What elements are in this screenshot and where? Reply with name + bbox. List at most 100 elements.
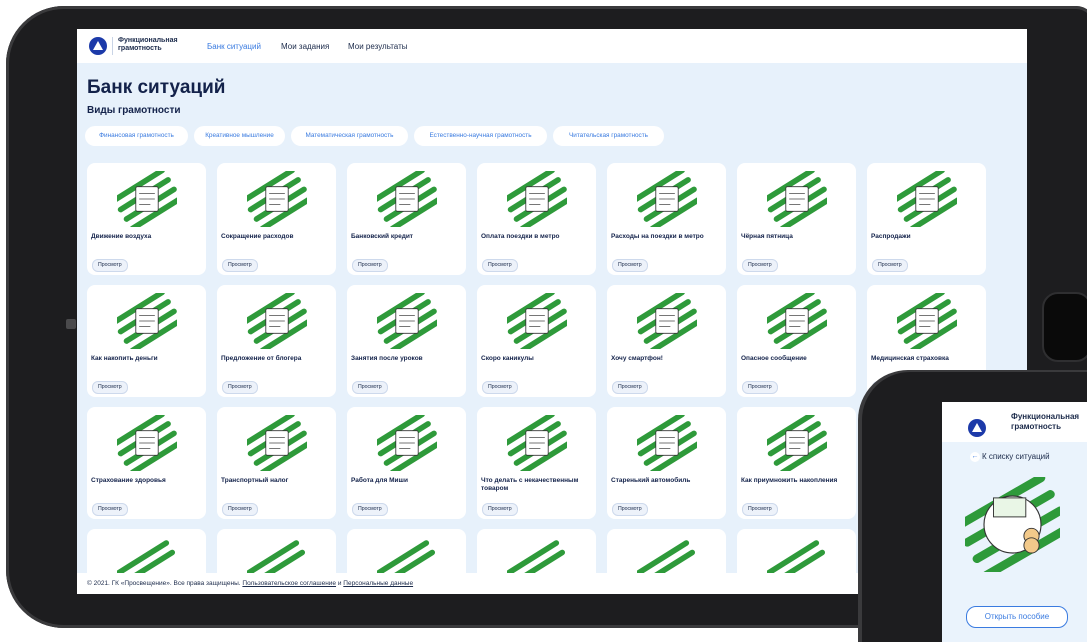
card-title: Распродажи bbox=[871, 233, 911, 240]
situation-card[interactable]: Распродажи Просмотр bbox=[867, 163, 986, 275]
filter-science[interactable]: Естественно-научная грамотность bbox=[414, 126, 547, 146]
back-to-list-label[interactable]: К списку ситуаций bbox=[982, 452, 1050, 461]
situation-card[interactable]: Банковский кредит Просмотр bbox=[347, 163, 466, 275]
footer-terms-link[interactable]: Пользовательское соглашение bbox=[242, 580, 336, 587]
phone-screen: Функциональная грамотность ← К списку си… bbox=[942, 402, 1087, 642]
phone-brand-name: Функциональная грамотность bbox=[1011, 412, 1080, 431]
card-title: Банковский кредит bbox=[351, 233, 413, 240]
card-title: Опасное сообщение bbox=[741, 355, 807, 362]
view-button[interactable]: Просмотр bbox=[92, 259, 128, 272]
footer-conjunction: и bbox=[337, 580, 342, 587]
arrow-left-icon[interactable]: ← bbox=[970, 452, 980, 462]
situation-card[interactable]: Скоро каникулы Просмотр bbox=[477, 285, 596, 397]
view-button[interactable]: Просмотр bbox=[482, 503, 518, 516]
view-button[interactable]: Просмотр bbox=[742, 381, 778, 394]
situation-card[interactable]: Расходы на поездки в метро Просмотр bbox=[607, 163, 726, 275]
dangerous-message-icon bbox=[767, 293, 827, 349]
card-title: Хочу смартфон! bbox=[611, 355, 663, 362]
card-title: Как накопить деньги bbox=[91, 355, 158, 362]
view-button[interactable]: Просмотр bbox=[352, 381, 388, 394]
bank-credit-icon bbox=[377, 171, 437, 227]
tablet-camera bbox=[66, 319, 76, 329]
job-icon bbox=[377, 415, 437, 471]
card-title: Скоро каникулы bbox=[481, 355, 534, 362]
view-button[interactable]: Просмотр bbox=[742, 259, 778, 272]
nav-situation-bank[interactable]: Банк ситуаций bbox=[207, 42, 261, 51]
back-to-list-link[interactable]: ← К списку ситуаций bbox=[970, 452, 1050, 462]
situation-card[interactable]: Сокращение расходов Просмотр bbox=[217, 163, 336, 275]
situation-card[interactable]: Предложение от блогера Просмотр bbox=[217, 285, 336, 397]
filter-reading[interactable]: Читательская грамотность bbox=[553, 126, 664, 146]
metro-payment-icon bbox=[507, 171, 567, 227]
phone-situation-illustration bbox=[965, 477, 1060, 572]
blogger-offer-icon bbox=[247, 293, 307, 349]
view-button[interactable]: Просмотр bbox=[482, 259, 518, 272]
old-car-icon bbox=[637, 415, 697, 471]
situation-card[interactable]: Опасное сообщение Просмотр bbox=[737, 285, 856, 397]
transport-tax-icon bbox=[247, 415, 307, 471]
phone-brand-logo-icon[interactable] bbox=[968, 419, 986, 437]
view-button[interactable]: Просмотр bbox=[612, 259, 648, 272]
card-title: Старенький автомобиль bbox=[611, 477, 691, 484]
sales-icon bbox=[897, 171, 957, 227]
view-button[interactable]: Просмотр bbox=[92, 381, 128, 394]
open-manual-button[interactable]: Открыть пособие bbox=[966, 606, 1068, 628]
card-title: Страхование здоровья bbox=[91, 477, 166, 484]
situation-card[interactable]: Работа для Миши Просмотр bbox=[347, 407, 466, 519]
holidays-icon bbox=[507, 293, 567, 349]
air-flow-icon bbox=[117, 171, 177, 227]
black-friday-icon bbox=[767, 171, 827, 227]
footer-copyright: © 2021. ГК «Просвещение». Все права защи… bbox=[87, 580, 241, 587]
footer-privacy-link[interactable]: Персональные данные bbox=[343, 580, 413, 587]
phone-frame: Функциональная грамотность ← К списку си… bbox=[862, 372, 1087, 642]
situation-card[interactable]: Страхование здоровья Просмотр bbox=[87, 407, 206, 519]
situation-card[interactable]: Хочу смартфон! Просмотр bbox=[607, 285, 726, 397]
situation-card[interactable]: Чёрная пятница Просмотр bbox=[737, 163, 856, 275]
smartphone-icon bbox=[637, 293, 697, 349]
card-title: Сокращение расходов bbox=[221, 233, 294, 240]
view-button[interactable]: Просмотр bbox=[742, 503, 778, 516]
savings-icon bbox=[117, 293, 177, 349]
brand-name[interactable]: Функциональная грамотность bbox=[118, 37, 188, 53]
situation-card[interactable]: Оплата поездки в метро Просмотр bbox=[477, 163, 596, 275]
defective-goods-icon bbox=[507, 415, 567, 471]
brand-logo-icon[interactable] bbox=[89, 37, 107, 55]
card-title: Медицинская страховка bbox=[871, 355, 949, 362]
card-title: Работа для Миши bbox=[351, 477, 408, 484]
view-button[interactable]: Просмотр bbox=[482, 381, 518, 394]
card-title: Что делать с некачественным товаром bbox=[481, 477, 579, 492]
filter-creative[interactable]: Креативное мышление bbox=[194, 126, 285, 146]
card-title: Движение воздуха bbox=[91, 233, 152, 240]
view-button[interactable]: Просмотр bbox=[92, 503, 128, 516]
medical-insurance-icon bbox=[897, 293, 957, 349]
situation-card[interactable]: Транспортный налог Просмотр bbox=[217, 407, 336, 519]
situation-card[interactable]: Занятия после уроков Просмотр bbox=[347, 285, 466, 397]
card-title: Занятия после уроков bbox=[351, 355, 423, 362]
nav-my-results[interactable]: Мои результаты bbox=[348, 42, 408, 51]
view-button[interactable]: Просмотр bbox=[612, 381, 648, 394]
view-button[interactable]: Просмотр bbox=[222, 503, 258, 516]
card-title: Оплата поездки в метро bbox=[481, 233, 560, 240]
nav-my-tasks[interactable]: Мои задания bbox=[281, 42, 329, 51]
filter-math[interactable]: Математическая грамотность bbox=[291, 126, 408, 146]
situation-card[interactable]: Как приумножить накопления Просмотр bbox=[737, 407, 856, 519]
top-header: Функциональная грамотность Банк ситуаций… bbox=[77, 29, 1027, 63]
health-insurance-icon bbox=[117, 415, 177, 471]
view-button[interactable]: Просмотр bbox=[222, 381, 258, 394]
page-title: Банк ситуаций bbox=[87, 77, 226, 98]
tablet-home-button bbox=[1042, 292, 1087, 362]
view-button[interactable]: Просмотр bbox=[872, 259, 908, 272]
view-button[interactable]: Просмотр bbox=[612, 503, 648, 516]
filter-financial[interactable]: Финансовая грамотность bbox=[85, 126, 188, 146]
view-button[interactable]: Просмотр bbox=[352, 259, 388, 272]
situation-card[interactable]: Что делать с некачественным товаром Просм… bbox=[477, 407, 596, 519]
after-school-icon bbox=[377, 293, 437, 349]
card-title: Предложение от блогера bbox=[221, 355, 302, 362]
view-button[interactable]: Просмотр bbox=[222, 259, 258, 272]
situation-card[interactable]: Как накопить деньги Просмотр bbox=[87, 285, 206, 397]
situation-card[interactable]: Старенький автомобиль Просмотр bbox=[607, 407, 726, 519]
view-button[interactable]: Просмотр bbox=[352, 503, 388, 516]
situation-card[interactable]: Движение воздуха Просмотр bbox=[87, 163, 206, 275]
card-title: Как приумножить накопления bbox=[741, 477, 838, 484]
logo-divider bbox=[112, 37, 113, 55]
